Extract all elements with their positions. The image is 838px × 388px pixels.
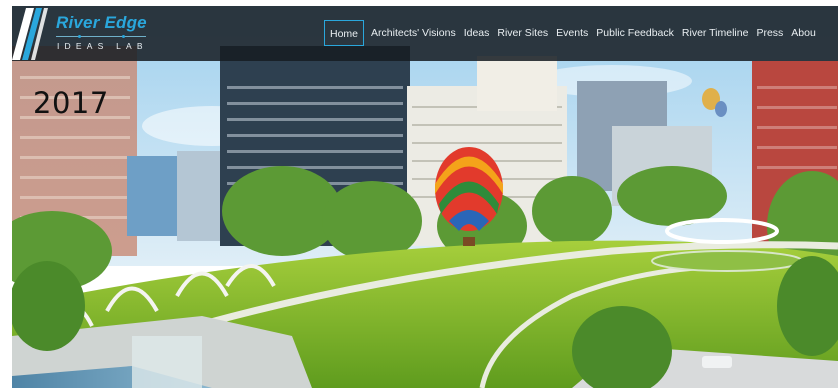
top-navbar: River Edge IDEAS LAB Home Architects' Vi… <box>12 6 838 61</box>
nav-about[interactable]: Abou <box>787 20 820 46</box>
building-glass-tower <box>177 151 222 241</box>
logo-dot <box>78 35 81 38</box>
building-blue-left <box>127 156 177 236</box>
logo-divider <box>56 36 146 37</box>
nav-press[interactable]: Press <box>752 20 787 46</box>
logo-subtitle: IDEAS LAB <box>57 41 148 51</box>
year-overlay: 2017 <box>33 86 109 120</box>
nav-home[interactable]: Home <box>324 20 365 46</box>
river-stripes-icon <box>12 8 48 60</box>
logo-dot <box>122 35 125 38</box>
nav-river-timeline[interactable]: River Timeline <box>678 20 753 46</box>
page-frame: River Edge IDEAS LAB Home Architects' Vi… <box>12 6 838 388</box>
logo-title: River Edge <box>56 13 147 32</box>
nav-river-sites[interactable]: River Sites <box>493 20 552 46</box>
nav-public-feedback[interactable]: Public Feedback <box>592 20 678 46</box>
site-logo[interactable]: River Edge IDEAS LAB <box>12 6 162 61</box>
nav-ideas[interactable]: Ideas <box>460 20 494 46</box>
nav-events[interactable]: Events <box>552 20 592 46</box>
hero-illustration <box>12 6 838 388</box>
main-navigation: Home Architects' Visions Ideas River Sit… <box>324 19 820 47</box>
nav-architects-visions[interactable]: Architects' Visions <box>367 20 460 46</box>
